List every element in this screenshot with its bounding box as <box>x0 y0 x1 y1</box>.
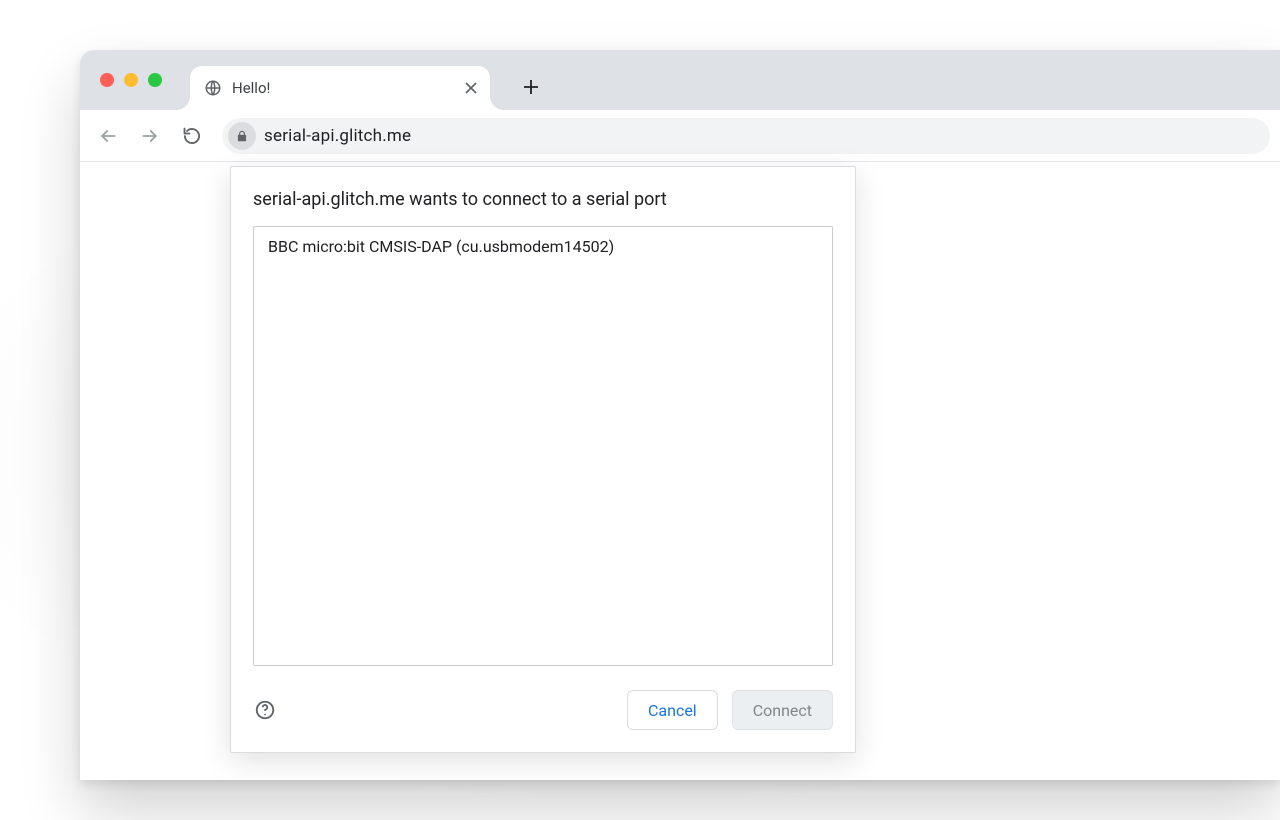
back-button[interactable] <box>90 118 126 154</box>
address-bar-url: serial-api.glitch.me <box>264 126 411 146</box>
device-list-item[interactable]: BBC micro:bit CMSIS-DAP (cu.usbmodem1450… <box>254 227 832 266</box>
globe-icon <box>204 79 222 97</box>
browser-window: Hello! <box>80 50 1280 780</box>
lock-icon <box>228 122 256 150</box>
toolbar: serial-api.glitch.me <box>80 110 1280 162</box>
connect-button[interactable]: Connect <box>732 690 833 730</box>
cancel-button[interactable]: Cancel <box>627 690 718 730</box>
fullscreen-window-icon[interactable] <box>148 73 162 87</box>
page-content: serial-api.glitch.me wants to connect to… <box>80 162 1280 780</box>
tab-strip: Hello! <box>80 50 1280 110</box>
forward-button[interactable] <box>132 118 168 154</box>
device-label: BBC micro:bit CMSIS-DAP (cu.usbmodem1450… <box>268 237 614 256</box>
reload-button[interactable] <box>174 118 210 154</box>
new-tab-button[interactable] <box>514 70 548 104</box>
dialog-title: serial-api.glitch.me wants to connect to… <box>253 189 833 210</box>
dialog-footer: Cancel Connect <box>253 690 833 730</box>
close-tab-button[interactable] <box>462 79 480 97</box>
help-icon[interactable] <box>253 698 277 722</box>
window-controls <box>100 73 162 87</box>
tab-title: Hello! <box>232 79 270 97</box>
connect-button-label: Connect <box>753 701 812 720</box>
serial-port-chooser-dialog: serial-api.glitch.me wants to connect to… <box>230 166 856 753</box>
close-window-icon[interactable] <box>100 73 114 87</box>
minimize-window-icon[interactable] <box>124 73 138 87</box>
tab-active[interactable]: Hello! <box>190 66 490 110</box>
device-list[interactable]: BBC micro:bit CMSIS-DAP (cu.usbmodem1450… <box>253 226 833 666</box>
cancel-button-label: Cancel <box>648 701 697 720</box>
address-bar[interactable]: serial-api.glitch.me <box>222 118 1270 154</box>
